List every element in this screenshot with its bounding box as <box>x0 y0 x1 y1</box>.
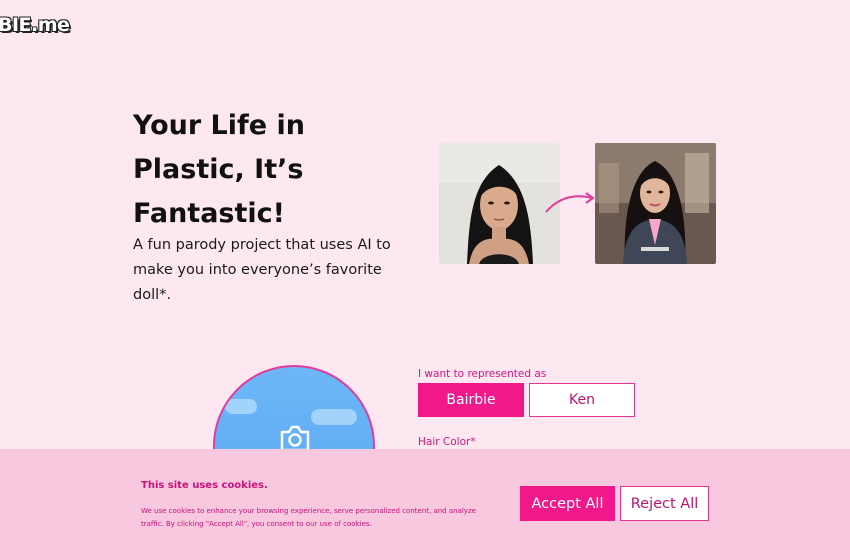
hair-color-label: Hair Color* <box>418 436 476 448</box>
bairbie-option-button[interactable]: Bairbie <box>418 383 524 417</box>
cookie-title: This site uses cookies. <box>141 480 268 491</box>
cloud-decoration <box>311 409 357 425</box>
represent-label: I want to represented as <box>418 368 547 380</box>
cloud-decoration <box>225 399 257 414</box>
hero-title-line-1: Your Life in <box>133 110 305 141</box>
hero-title-line-3: Fantastic! <box>133 198 285 229</box>
hero-title: Your Life in Plastic, It’s Fantastic! <box>133 104 393 236</box>
accept-all-button[interactable]: Accept All <box>520 486 615 521</box>
after-photo <box>595 143 716 264</box>
hero-title-line-2: Plastic, It’s <box>133 154 304 185</box>
cookie-banner: This site uses cookies. We use cookies t… <box>0 449 850 560</box>
site-logo[interactable]: BIE.me <box>0 14 70 36</box>
hero-subtitle: A fun parody project that uses AI to mak… <box>133 237 391 303</box>
cookie-description: We use cookies to enhance your browsing … <box>141 507 476 528</box>
arrow-icon <box>545 192 595 213</box>
ken-option-button[interactable]: Ken <box>529 383 635 417</box>
reject-all-button[interactable]: Reject All <box>620 486 709 521</box>
